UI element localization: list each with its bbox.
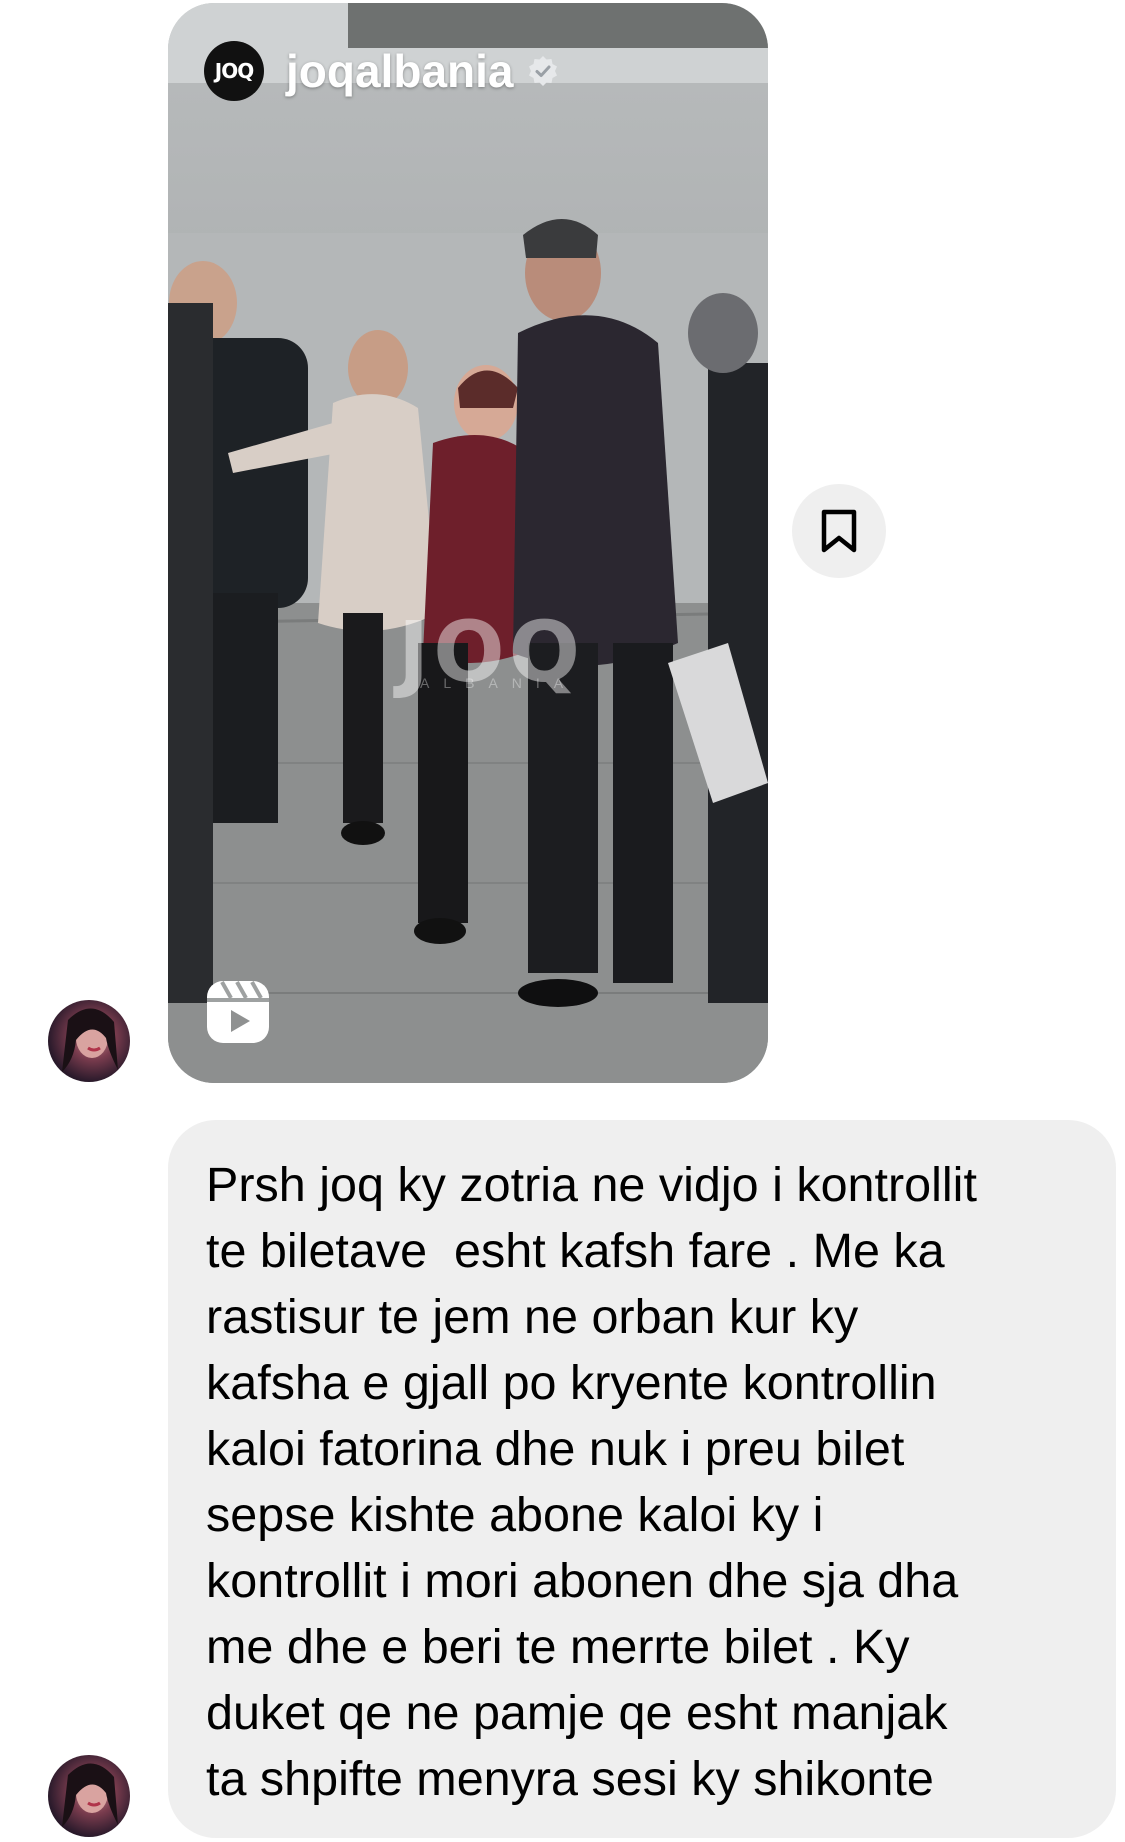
verified-badge-icon	[529, 56, 558, 86]
reel-account-username[interactable]: joqalbania	[286, 44, 513, 98]
message-text: Prsh joq ky zotria ne vidjo i kontrollit…	[206, 1158, 977, 1806]
reel-header[interactable]: JOQ joqalbania	[204, 41, 559, 101]
reel-watermark-subtext: ALBANIA	[420, 675, 578, 691]
reel-video-frame	[168, 3, 768, 1083]
reels-icon	[207, 981, 269, 1043]
sender-avatar[interactable]	[48, 1000, 130, 1082]
reel-account-avatar[interactable]: JOQ	[204, 41, 264, 101]
bookmark-icon	[821, 509, 857, 553]
sender-avatar[interactable]	[48, 1755, 130, 1837]
save-button[interactable]	[792, 484, 886, 578]
shared-reel-card[interactable]: JOQ joqalbania JOQ ALBANIA	[168, 3, 768, 1083]
message-bubble[interactable]: Prsh joq ky zotria ne vidjo i kontrollit…	[168, 1120, 1116, 1838]
